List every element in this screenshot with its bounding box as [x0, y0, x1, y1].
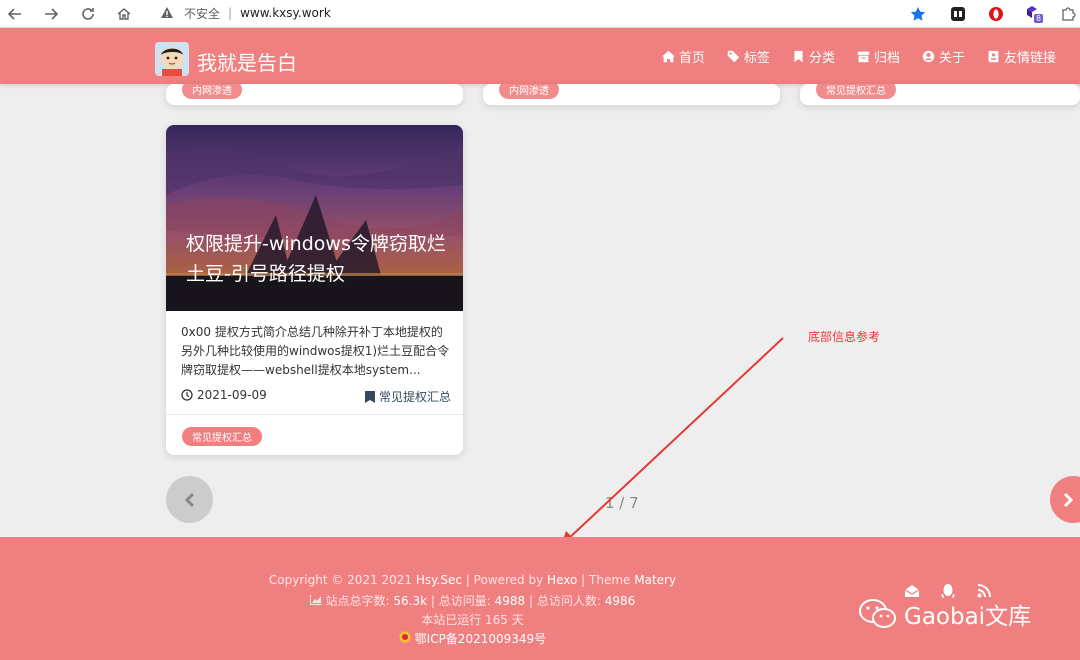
home-browser-icon[interactable]: [113, 3, 135, 25]
post-tag[interactable]: 内网渗透: [499, 84, 559, 99]
menu-item-home[interactable]: 首页: [661, 47, 705, 66]
home-icon: [661, 50, 675, 62]
site-header: 我就是告白 首页 标签 分类 归档 关于 友情链接: [0, 28, 1080, 84]
hexo-link[interactable]: Hexo: [547, 573, 577, 587]
forward-icon[interactable]: [40, 3, 62, 25]
post-date: 2021-09-09: [181, 388, 267, 402]
chevron-right-icon: [1063, 492, 1073, 507]
menu-label: 归档: [873, 50, 900, 66]
url-text: www.kxsy.work: [240, 6, 331, 20]
menu-label: 首页: [678, 50, 705, 66]
post-tag[interactable]: 内网渗透: [182, 84, 242, 99]
menu-item-about[interactable]: 关于: [922, 47, 965, 66]
warning-icon: [150, 6, 174, 20]
footer-stats: 站点总字数: 56.3k | 总访问量: 4988 | 总访问人数: 4986: [0, 592, 945, 609]
word-count: 56.3k: [393, 594, 428, 608]
views-label: | 总访问量:: [430, 594, 491, 608]
address-bar[interactable]: 不安全 | www.kxsy.work: [150, 1, 940, 25]
chevron-left-icon: [184, 492, 194, 507]
browser-toolbar: 不安全 | www.kxsy.work 8: [0, 0, 1080, 28]
back-icon[interactable]: [4, 3, 26, 25]
post-card[interactable]: 内网渗透: [483, 84, 780, 105]
post-card[interactable]: 内网渗透: [166, 84, 463, 105]
footer-runtime: 本站已运行 165 天: [421, 613, 524, 627]
post-card[interactable]: 常见提权汇总: [800, 84, 1080, 105]
author-link[interactable]: Hsy.Sec: [416, 573, 462, 587]
copyright-text: Copyright © 2021 2021: [268, 573, 413, 587]
opera-icon[interactable]: [986, 4, 1006, 24]
reload-icon[interactable]: [77, 3, 99, 25]
watermark: Gaobai文库: [858, 597, 1031, 631]
url-separator: |: [228, 6, 233, 20]
menu-item-categories[interactable]: 分类: [792, 47, 835, 66]
menu-label: 关于: [938, 50, 965, 66]
wechat-icon: [859, 599, 896, 628]
views-count: 4988: [494, 594, 526, 608]
police-badge-icon: [399, 631, 411, 643]
powered-by-text: | Powered by: [465, 573, 544, 587]
post-summary: 0x00 提权方式简介总结几种除开补丁本地提权的另外几种比较使用的windwos…: [181, 325, 450, 377]
chart-area-icon: [309, 595, 322, 605]
clock-icon: [181, 389, 193, 401]
menu-item-archive[interactable]: 归档: [857, 47, 900, 66]
menu-label: 分类: [808, 50, 835, 66]
post-date-text: 2021-09-09: [197, 388, 267, 402]
visitors-label: | 总访问人数:: [529, 594, 601, 608]
footer-copyright: Copyright © 2021 2021 Hsy.Sec | Powered …: [0, 573, 945, 587]
footer-icp[interactable]: 鄂ICP备2021009349号: [0, 630, 945, 647]
security-label: 不安全: [184, 6, 221, 21]
extension-icon-1[interactable]: [948, 4, 968, 24]
post-title[interactable]: 权限提升-windows令牌窃取烂土豆-引号路径提权: [186, 229, 446, 289]
theme-link[interactable]: Matery: [634, 573, 676, 587]
extension-badge: 8: [1036, 14, 1042, 23]
word-count-label: 站点总字数:: [325, 594, 390, 608]
next-page-button[interactable]: [1050, 476, 1080, 523]
extensions-puzzle-icon[interactable]: [1058, 4, 1078, 24]
archive-icon: [857, 51, 870, 62]
post-card[interactable]: 权限提升-windows令牌窃取烂土豆-引号路径提权 0x00 提权方式简介总结…: [166, 125, 463, 455]
menu-item-tags[interactable]: 标签: [727, 47, 770, 66]
site-footer: Copyright © 2021 2021 Hsy.Sec | Powered …: [0, 537, 1080, 660]
theme-label: | Theme: [581, 573, 631, 587]
card-divider: [166, 414, 463, 415]
post-cover-image[interactable]: 权限提升-windows令牌窃取烂土豆-引号路径提权: [166, 125, 463, 311]
menu-label: 标签: [743, 50, 770, 66]
menu-label: 友情链接: [1003, 50, 1056, 66]
address-card-icon: [988, 50, 999, 62]
site-title[interactable]: 我就是告白: [197, 47, 297, 76]
avatar-logo[interactable]: [155, 42, 189, 76]
post-category-text[interactable]: 常见提权汇总: [379, 388, 451, 405]
bookmark-icon: [794, 50, 803, 62]
menu-item-friends[interactable]: 友情链接: [987, 47, 1056, 66]
post-tag[interactable]: 常见提权汇总: [182, 427, 262, 446]
prev-page-button[interactable]: [166, 476, 213, 523]
tags-icon: [727, 50, 740, 62]
annotation-label: 底部信息参考: [808, 330, 881, 344]
user-circle-icon: [922, 50, 935, 62]
bookmark-icon: [364, 390, 375, 403]
bookmark-star-icon[interactable]: [908, 4, 928, 24]
main-menu: 首页 标签 分类 归档 关于 友情链接: [661, 28, 1056, 84]
post-tag[interactable]: 常见提权汇总: [816, 84, 896, 99]
watermark-text: Gaobai文库: [904, 604, 1032, 630]
icp-link[interactable]: 鄂ICP备2021009349号: [415, 632, 547, 646]
visitors-count: 4986: [604, 594, 636, 608]
page-indicator: 1 / 7: [605, 494, 639, 512]
extension-badge-icon[interactable]: 8: [1024, 4, 1044, 24]
post-category[interactable]: 常见提权汇总: [364, 388, 451, 405]
